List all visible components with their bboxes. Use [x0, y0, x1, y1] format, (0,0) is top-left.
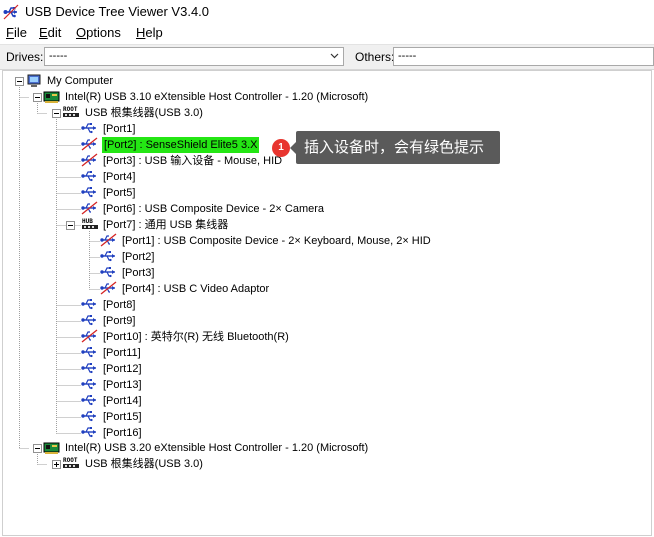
tree-label: Intel(R) USB 3.20 eXtensible Host Contro…: [65, 442, 369, 454]
usb-port-icon: [81, 299, 96, 310]
computer-icon: [27, 74, 41, 87]
collapse-hub-toggle[interactable]: [66, 221, 75, 230]
usb-port-icon: [81, 427, 96, 438]
usb-device-connected-icon: [81, 329, 98, 343]
usb-port-icon: [100, 251, 115, 262]
menu-file[interactable]: File: [5, 25, 28, 40]
menu-bar: File Edit Options Help: [0, 24, 654, 44]
usb-device-connected-icon: [81, 153, 98, 167]
usb-port-icon: [81, 171, 96, 182]
tree-label: [Port1]: [103, 123, 136, 135]
drives-select[interactable]: -----: [44, 47, 344, 66]
title-bar: USB Device Tree Viewer V3.4.0: [0, 0, 654, 24]
usb-port-icon: [81, 187, 96, 198]
usb-port-icon: [81, 123, 96, 134]
collapse-roothub1-toggle[interactable]: [52, 109, 61, 118]
tree-label: [Port11]: [103, 347, 141, 359]
menu-file-accel: F: [6, 25, 14, 40]
tree-label: [Port5]: [103, 187, 136, 199]
usb-port-icon: [81, 395, 96, 406]
tree-label: [Port8]: [103, 299, 136, 311]
toolbar: Drives: ----- Others: -----: [0, 44, 654, 70]
tree-label: [Port12]: [103, 363, 142, 375]
menu-options[interactable]: Options: [75, 25, 122, 40]
menu-help[interactable]: Help: [135, 25, 164, 40]
tree-label: [Port7] : 通用 USB 集线器: [103, 219, 229, 231]
usb-hub-icon: HUB: [82, 218, 98, 229]
hub-badge-text: HUB: [82, 218, 93, 225]
menu-edit-label: dit: [47, 25, 62, 40]
menu-help-accel: H: [136, 25, 146, 40]
tree-label: [Port16]: [103, 427, 142, 439]
tree-label: [Port14]: [103, 395, 142, 407]
tree-label: USB 根集线器(USB 3.0): [85, 107, 203, 119]
tree-label: [Port15]: [103, 411, 142, 423]
menu-file-label: ile: [13, 25, 27, 40]
tree-label: [Port10] : 英特尔(R) 无线 Bluetooth(R): [103, 331, 289, 343]
collapse-controller2-toggle[interactable]: [33, 444, 42, 453]
usb-device-connected-icon: [100, 233, 117, 247]
others-value: -----: [398, 50, 417, 62]
pci-controller-icon: [43, 91, 60, 103]
drives-label: Drives:: [6, 50, 44, 64]
others-label: Others:: [355, 50, 395, 64]
usb-port-icon: [81, 379, 96, 390]
expand-roothub2-toggle[interactable]: [52, 460, 61, 469]
tree-label: USB 根集线器(USB 3.0): [85, 458, 203, 470]
tree-label: [Port1] : USB Composite Device - 2× Keyb…: [122, 235, 431, 247]
tree-label-highlighted: [Port2] : SenseShield Elite5 3.X: [102, 137, 260, 153]
tree-label: [Port13]: [103, 379, 142, 391]
usb-port-icon: [100, 267, 115, 278]
tree-label: Intel(R) USB 3.10 eXtensible Host Contro…: [65, 91, 369, 103]
tree-label: [Port3]: [122, 267, 155, 279]
usb-device-connected-icon: [100, 281, 117, 295]
usb-port-icon: [81, 411, 96, 422]
root-hub-icon: ROOT: [63, 106, 79, 117]
usb-port-icon: [81, 347, 96, 358]
window-title: USB Device Tree Viewer V3.4.0: [25, 4, 210, 19]
collapse-root-toggle[interactable]: [15, 77, 24, 86]
collapse-controller1-toggle[interactable]: [33, 93, 42, 102]
tree-label: [Port4] : USB C Video Adaptor: [122, 283, 270, 295]
pci-controller-icon: [43, 442, 60, 454]
step-number-badge: 1: [272, 139, 290, 157]
menu-edit[interactable]: Edit: [38, 25, 62, 40]
tree-label: [Port9]: [103, 315, 136, 327]
tree-label: [Port6] : USB Composite Device - 2× Came…: [103, 203, 324, 215]
usb-app-icon: [3, 4, 19, 20]
callout-bubble: 插入设备时，会有绿色提示: [290, 131, 500, 164]
drives-value: -----: [49, 50, 68, 62]
root-badge-text: ROOT: [63, 106, 78, 113]
menu-edit-accel: E: [39, 25, 48, 40]
root-badge-text: ROOT: [63, 457, 78, 464]
menu-options-accel: O: [76, 25, 87, 40]
tree-label: [Port3] : USB 输入设备 - Mouse, HID: [103, 155, 283, 167]
others-select[interactable]: -----: [393, 47, 654, 66]
usb-device-connected-icon: [81, 137, 98, 151]
usb-port-icon: [81, 315, 96, 326]
chevron-down-icon: [330, 53, 339, 59]
usb-device-connected-icon: [81, 201, 98, 215]
tree-label: My Computer: [47, 75, 114, 87]
root-hub-icon: ROOT: [63, 457, 79, 468]
tree-label: [Port4]: [103, 171, 136, 183]
usb-port-icon: [81, 363, 96, 374]
tree-label: [Port2]: [122, 251, 155, 263]
menu-help-label: elp: [145, 25, 163, 40]
menu-options-label: ptions: [86, 25, 121, 40]
